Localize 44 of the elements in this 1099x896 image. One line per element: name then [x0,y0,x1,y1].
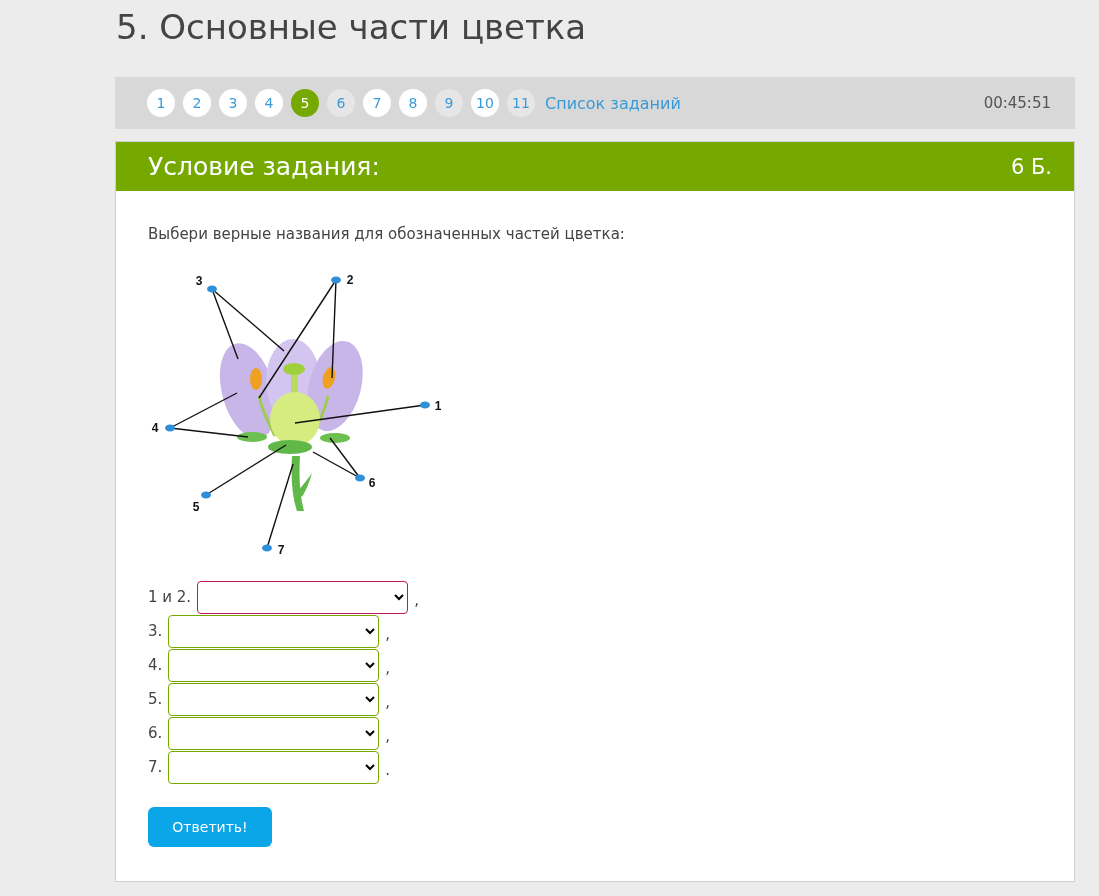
diagram-label: 7 [277,543,285,557]
page-number-button[interactable]: 11 [507,89,535,117]
diagram-label: 3 [195,274,203,288]
answer-dropdown[interactable] [168,614,380,648]
punctuation: , [385,625,391,643]
submit-button[interactable]: Ответить! [148,807,272,847]
answer-label: 1 и 2. [148,588,192,606]
diagram-label: 5 [192,500,200,514]
answer-label: 4. [148,656,163,674]
timer: 00:45:51 [983,94,1051,112]
answer-label: 3. [148,622,163,640]
page-number-button[interactable]: 5 [291,89,319,117]
answer-label: 6. [148,724,163,742]
answer-dropdown[interactable] [168,750,380,784]
answer-label: 5. [148,690,163,708]
page-number-button[interactable]: 4 [255,89,283,117]
answer-dropdown[interactable] [168,682,380,716]
page-number-button[interactable]: 8 [399,89,427,117]
punctuation: , [385,659,391,677]
page-number-button[interactable]: 6 [327,89,355,117]
page-number-button[interactable]: 7 [363,89,391,117]
diagram-label: 1 [434,399,442,413]
task-instruction: Выбери верные названия для обозначенных частей цветка: [148,225,626,243]
task-header-title: Условие задания: [148,152,380,181]
task-list-link[interactable]: Список заданий [545,93,681,113]
page-number-button[interactable]: 1 [147,89,175,117]
page-number-button[interactable]: 10 [471,89,499,117]
page-title: 5. Основные части цветка [116,6,588,49]
page-number-button[interactable]: 9 [435,89,463,117]
diagram-label: 2 [346,273,354,287]
punctuation: , [385,693,391,711]
punctuation: , [414,591,419,609]
leader-line [312,437,365,482]
task-points: 6 Б. [1010,154,1052,179]
punctuation: . [385,761,391,779]
diagram-label: 6 [368,476,376,490]
diagram-label: 4 [151,421,159,435]
answer-dropdown[interactable] [168,716,380,750]
punctuation: , [385,727,391,745]
page-number-button[interactable]: 3 [219,89,247,117]
answer-dropdown[interactable] [197,580,409,614]
answer-dropdown[interactable] [168,648,380,682]
answer-label: 7. [148,758,163,776]
page-number-button[interactable]: 2 [183,89,211,117]
